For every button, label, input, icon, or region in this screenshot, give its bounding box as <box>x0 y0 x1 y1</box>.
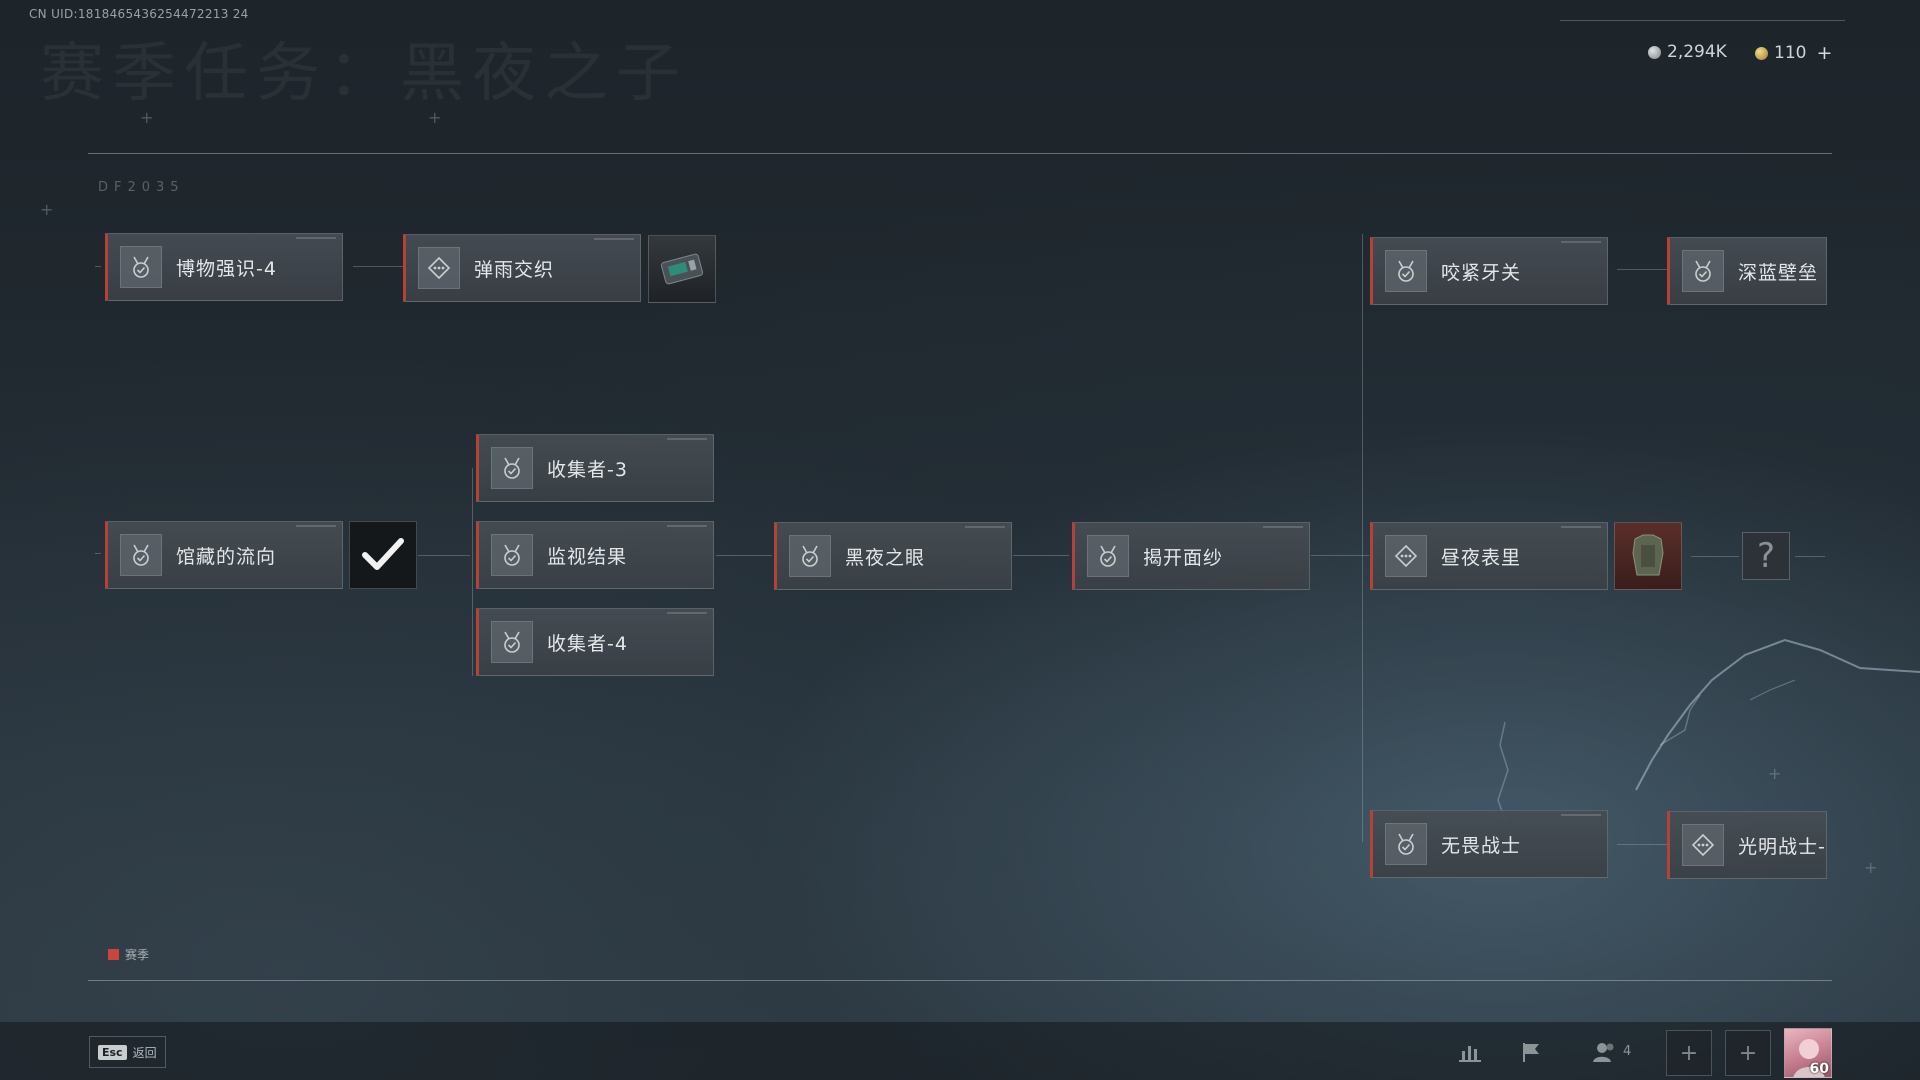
party-count: 4 <box>1623 1044 1632 1059</box>
quest-node[interactable]: 咬紧牙关 <box>1370 237 1608 305</box>
medal-check-icon <box>1682 250 1724 292</box>
corner-tick <box>1561 526 1601 528</box>
connector <box>716 555 772 556</box>
avatar[interactable]: 60 <box>1784 1028 1832 1078</box>
corner-tick <box>296 237 336 239</box>
quest-node[interactable]: 昼夜表里 <box>1370 522 1608 590</box>
quest-label: 监视结果 <box>547 545 628 568</box>
checkmark-icon <box>362 538 404 570</box>
reward-chip-item[interactable] <box>648 235 716 303</box>
armor-icon <box>1632 534 1664 576</box>
connector <box>95 553 101 554</box>
quest-node[interactable]: 博物强识-4 <box>105 233 343 301</box>
connector <box>95 266 101 267</box>
connector <box>1691 556 1739 557</box>
connector <box>1795 556 1825 557</box>
add-member-slot[interactable]: + <box>1725 1030 1771 1076</box>
medal-check-icon <box>491 534 533 576</box>
connector <box>472 468 473 676</box>
quest-label: 博物强识-4 <box>176 257 277 280</box>
quest-label: 光明战士-1 <box>1738 835 1826 858</box>
medal-check-icon <box>491 447 533 489</box>
corner-tick <box>1263 526 1303 528</box>
medal-check-icon <box>789 535 831 577</box>
quest-label: 昼夜表里 <box>1441 546 1522 569</box>
quest-node[interactable]: 无畏战士 <box>1370 810 1608 878</box>
medal-check-icon <box>491 621 533 663</box>
quest-label: 无畏战士 <box>1441 834 1522 857</box>
quest-node[interactable]: 收集者-3 <box>476 434 714 502</box>
add-member-slot[interactable]: + <box>1666 1030 1712 1076</box>
chip-icon <box>660 253 704 285</box>
quest-label: 收集者-4 <box>547 632 628 655</box>
connector <box>353 266 403 267</box>
connector <box>1311 555 1369 556</box>
quest-node[interactable]: 揭开面纱 <box>1072 522 1310 590</box>
diamond-dots-icon <box>418 247 460 289</box>
back-label: 返回 <box>132 1045 157 1060</box>
panel-bottom-border <box>88 980 1832 981</box>
medal-check-icon <box>1385 250 1427 292</box>
medal-check-icon <box>1087 535 1129 577</box>
connector <box>1013 555 1069 556</box>
corner-tick <box>667 438 707 440</box>
quest-label: 弹雨交织 <box>474 258 555 281</box>
corner-tick <box>1561 814 1601 816</box>
stats-icon[interactable] <box>1456 1040 1484 1064</box>
connector <box>1617 844 1667 845</box>
esc-key-icon: Esc <box>98 1044 127 1060</box>
legend-swatch <box>108 949 119 960</box>
quest-label: 深蓝壁垒 <box>1738 261 1819 284</box>
corner-tick <box>594 238 634 240</box>
quest-node[interactable]: 监视结果 <box>476 521 714 589</box>
connector <box>1362 234 1363 842</box>
quest-label: 揭开面纱 <box>1143 546 1224 569</box>
corner-tick <box>965 526 1005 528</box>
quest-node[interactable]: 深蓝壁垒 <box>1667 237 1827 305</box>
quest-label: 收集者-3 <box>547 458 628 481</box>
diamond-dots-icon <box>1682 824 1724 866</box>
quest-label: 咬紧牙关 <box>1441 261 1522 284</box>
avatar-level: 60 <box>1809 1061 1829 1077</box>
corner-tick <box>1561 241 1601 243</box>
medal-check-icon <box>120 534 162 576</box>
corner-tick <box>667 525 707 527</box>
quest-node[interactable]: 光明战士-1 <box>1667 811 1827 879</box>
quest-label: 馆藏的流向 <box>176 545 277 568</box>
medal-check-icon <box>1385 823 1427 865</box>
quest-label: 黑夜之眼 <box>845 546 926 569</box>
reward-armor-item[interactable] <box>1614 522 1682 590</box>
quest-node[interactable]: 黑夜之眼 <box>774 522 1012 590</box>
quest-node[interactable]: 收集者-4 <box>476 608 714 676</box>
quest-node[interactable]: 弹雨交织 <box>403 234 641 302</box>
flag-icon[interactable] <box>1518 1040 1546 1064</box>
legend-label: 赛季 <box>125 948 150 962</box>
reward-claimed[interactable] <box>349 521 417 589</box>
party-icon[interactable] <box>1590 1040 1618 1064</box>
connector <box>418 555 470 556</box>
quest-node[interactable]: 馆藏的流向 <box>105 521 343 589</box>
legend: 赛季 <box>108 946 149 963</box>
diamond-dots-icon <box>1385 535 1427 577</box>
corner-tick <box>667 612 707 614</box>
connector <box>1617 269 1667 270</box>
back-button[interactable]: Esc 返回 <box>89 1036 166 1068</box>
corner-tick <box>296 525 336 527</box>
medal-check-icon <box>120 246 162 288</box>
bottom-bar <box>0 1022 1920 1080</box>
mystery-reward[interactable]: ? <box>1742 532 1790 580</box>
